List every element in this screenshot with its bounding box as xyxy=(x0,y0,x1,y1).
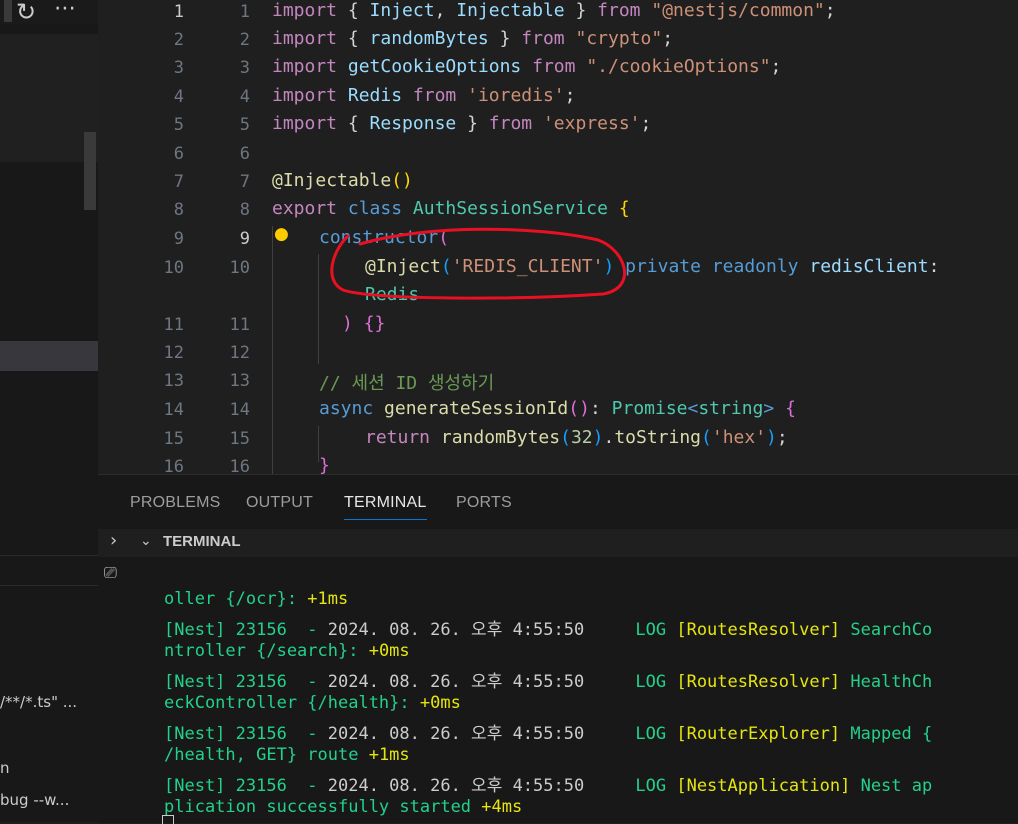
chevron-right-icon[interactable]: › xyxy=(110,530,117,551)
terminal-line: [Nest] 23156 - 2024. 08. 26. 오후 4:55:50 … xyxy=(164,667,932,692)
chevron-down-icon[interactable]: ⌄ xyxy=(140,533,152,549)
sidebar-divider xyxy=(0,585,98,586)
terminal-icon[interactable]: ⎚ xyxy=(104,563,117,583)
terminal-token: ntroller {/search}: xyxy=(164,641,369,661)
terminal-line: ntroller {/search}: +0ms xyxy=(164,641,410,661)
sidebar-scroll-stub xyxy=(4,0,12,22)
terminal-token: LOG xyxy=(635,620,677,640)
terminal-token: [Nest] 23156 - xyxy=(164,672,328,692)
terminal-token: 2024. 08. 26. 오후 4:55:50 xyxy=(327,672,636,692)
terminal-token: LOG xyxy=(635,776,677,796)
terminal-token: 2024. 08. 26. 오후 4:55:50 xyxy=(327,724,636,744)
terminal-token: [RouterExplorer] xyxy=(676,724,851,744)
terminal-cursor xyxy=(162,815,174,824)
terminal-token: LOG xyxy=(635,672,677,692)
terminal-token: +4ms xyxy=(481,797,523,817)
bottom-panel: PROBLEMS OUTPUT TERMINAL PORTS › ⌄ TERMI… xyxy=(98,474,1018,824)
terminal-line: /health, GET} route +1ms xyxy=(164,745,410,765)
terminal-token: SearchCo xyxy=(850,620,933,640)
terminal-section-title[interactable]: TERMINAL xyxy=(163,533,241,550)
tab-terminal[interactable]: TERMINAL xyxy=(344,494,427,520)
tab-output[interactable]: OUTPUT xyxy=(246,494,313,512)
terminal-token: oller {/ocr}: xyxy=(164,589,308,609)
code-editor[interactable]: 1 1 2 2 3 3 4 4 5 5 6 6 7 7 8 8 9 9 10 10 11 11 12 12 13 13 14 14 15… xyxy=(98,0,1018,474)
terminal-token: eckController {/health}: xyxy=(164,693,420,713)
terminal-line: oller {/ocr}: +1ms xyxy=(164,589,348,609)
annotation-circle xyxy=(330,227,627,300)
terminal-token: [Nest] 23156 - xyxy=(164,724,328,744)
tab-ports[interactable]: PORTS xyxy=(456,494,512,512)
terminal-line: eckController {/health}: +0ms xyxy=(164,693,461,713)
terminal-line: plication successfully started +4ms xyxy=(164,797,522,817)
sidebar-divider xyxy=(0,555,98,556)
terminal-token: [RoutesResolver] xyxy=(676,620,851,640)
sidebar-selected-item[interactable] xyxy=(0,341,98,371)
terminal-token: [Nest] 23156 - xyxy=(164,776,328,796)
terminal-token: Nest ap xyxy=(860,776,933,796)
terminal-output[interactable]: oller {/ocr}: +1ms [Nest] 23156 - 2024. 0… xyxy=(134,559,1018,823)
terminal-token: +1ms xyxy=(368,745,410,765)
terminal-token: 2024. 08. 26. 오후 4:55:50 xyxy=(327,620,636,640)
sidebar-snippet[interactable]: /**/*.ts" ... xyxy=(0,693,77,711)
terminal-line: [Nest] 23156 - 2024. 08. 26. 오후 4:55:50 … xyxy=(164,719,932,744)
terminal-token: plication successfully started xyxy=(164,797,482,817)
sidebar-scrollbar[interactable] xyxy=(84,132,96,210)
terminal-token: +0ms xyxy=(419,693,461,713)
terminal-token: /health, GET} route xyxy=(164,745,369,765)
terminal-line: [Nest] 23156 - 2024. 08. 26. 오후 4:55:50 … xyxy=(164,615,932,640)
sidebar-toolbar xyxy=(0,0,98,24)
terminal-token: [RoutesResolver] xyxy=(676,672,851,692)
terminal-token: [NestApplication] xyxy=(676,776,861,796)
refresh-icon[interactable]: ↻ xyxy=(16,0,36,26)
tab-problems[interactable]: PROBLEMS xyxy=(130,494,221,512)
terminal-token: Mapped { xyxy=(850,724,933,744)
sidebar-snippet[interactable]: bug --w... xyxy=(0,791,69,809)
terminal-token: +0ms xyxy=(368,641,410,661)
terminal-token: +1ms xyxy=(307,589,349,609)
sidebar: ↻ ⋯ /**/*.ts" ... n bug --w... xyxy=(0,0,98,822)
terminal-token: HealthCh xyxy=(850,672,933,692)
more-actions-icon[interactable]: ⋯ xyxy=(54,0,76,21)
terminal-line: [Nest] 23156 - 2024. 08. 26. 오후 4:55:50 … xyxy=(164,771,932,796)
terminal-token: LOG xyxy=(635,724,677,744)
terminal-token: [Nest] 23156 - xyxy=(164,620,328,640)
sidebar-snippet[interactable]: n xyxy=(0,759,10,777)
terminal-token: 2024. 08. 26. 오후 4:55:50 xyxy=(327,776,636,796)
